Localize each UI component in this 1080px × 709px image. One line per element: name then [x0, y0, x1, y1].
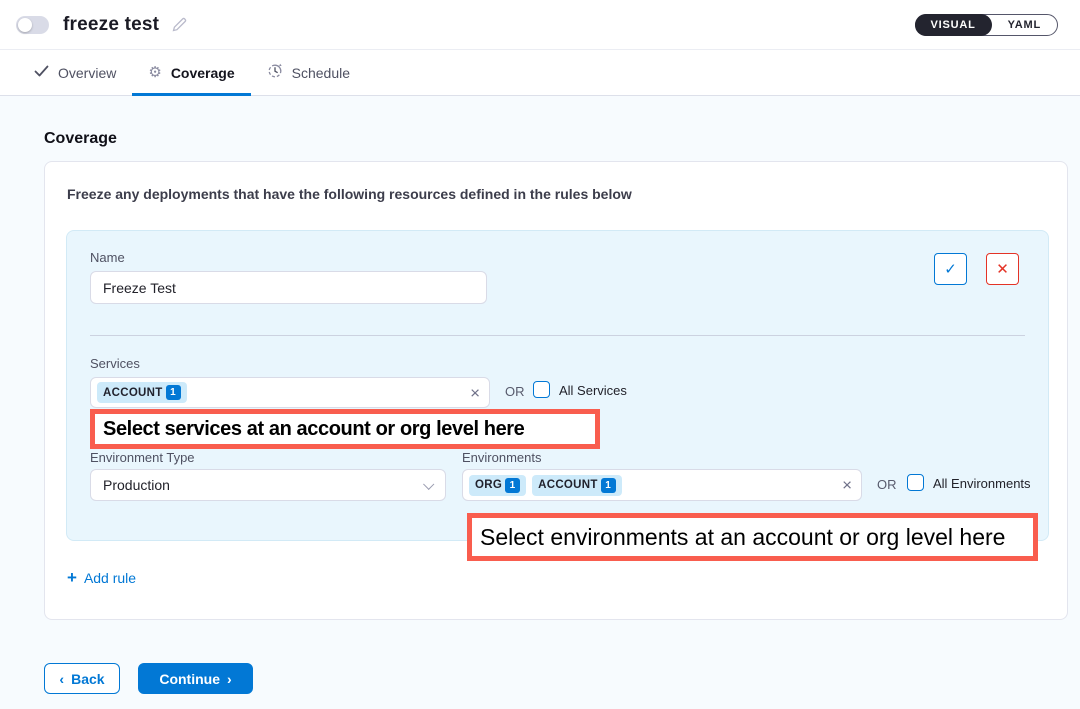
add-rule-button[interactable]: + Add rule: [67, 569, 136, 586]
or-label: OR: [877, 477, 897, 492]
or-label: OR: [505, 384, 525, 399]
environment-type-select[interactable]: Production: [90, 469, 446, 501]
back-button[interactable]: ‹ Back: [44, 663, 120, 694]
edit-pencil-icon[interactable]: [171, 16, 188, 33]
tab-label: Schedule: [292, 65, 350, 81]
all-environments-label: All Environments: [933, 476, 1031, 491]
service-scope-chip[interactable]: ACCOUNT 1: [97, 382, 187, 403]
close-icon: ✕: [996, 260, 1009, 278]
chevron-right-icon: ›: [227, 672, 232, 686]
clear-environments-icon[interactable]: ×: [842, 477, 852, 494]
freeze-enable-toggle[interactable]: [16, 16, 49, 34]
card-heading: Freeze any deployments that have the fol…: [67, 186, 632, 202]
tab-bar: Overview ⚙ Coverage Schedule: [0, 50, 1080, 96]
section-title: Coverage: [44, 130, 117, 148]
tab-coverage[interactable]: ⚙ Coverage: [132, 50, 250, 95]
name-label: Name: [90, 250, 125, 265]
cancel-rule-button[interactable]: ✕: [986, 253, 1019, 285]
check-icon: ✓: [944, 260, 957, 278]
environment-type-label: Environment Type: [90, 450, 195, 465]
gear-icon: ⚙: [148, 65, 161, 80]
yaml-view-button[interactable]: YAML: [992, 19, 1057, 31]
confirm-rule-button[interactable]: ✓: [934, 253, 967, 285]
all-services-label: All Services: [559, 383, 627, 398]
services-label: Services: [90, 356, 140, 371]
clock-history-icon: [267, 63, 283, 82]
check-icon: [34, 65, 49, 80]
divider: [90, 335, 1025, 336]
tab-overview[interactable]: Overview: [18, 50, 132, 95]
visual-view-button[interactable]: VISUAL: [915, 14, 992, 36]
back-label: Back: [71, 671, 104, 687]
environment-scope-chip[interactable]: ACCOUNT 1: [532, 475, 622, 496]
chip-scope: ACCOUNT: [538, 479, 598, 491]
environment-scope-chip[interactable]: ORG 1: [469, 475, 526, 496]
coverage-card: Freeze any deployments that have the fol…: [44, 161, 1068, 620]
tab-label: Overview: [58, 65, 116, 81]
annotation-environments-note: Select environments at an account or org…: [467, 513, 1038, 561]
top-bar: freeze test VISUAL YAML: [0, 0, 1080, 50]
chip-scope: ORG: [475, 479, 502, 491]
environment-type-value: Production: [103, 477, 170, 493]
page-title: freeze test: [63, 14, 159, 36]
clear-services-icon[interactable]: ×: [470, 384, 480, 401]
rule-panel: Name ✓ ✕ Services ACCOUNT 1 × OR All Ser…: [66, 230, 1049, 541]
toggle-knob: [18, 18, 32, 32]
continue-button[interactable]: Continue ›: [138, 663, 253, 694]
chip-scope: ACCOUNT: [103, 387, 163, 399]
all-environments-checkbox[interactable]: [907, 474, 924, 491]
chip-count-badge: 1: [601, 478, 616, 493]
chevron-down-icon: [423, 479, 434, 490]
all-services-checkbox[interactable]: [533, 381, 550, 398]
tab-schedule[interactable]: Schedule: [251, 50, 366, 95]
tab-label: Coverage: [171, 65, 235, 81]
environments-multiselect[interactable]: ORG 1 ACCOUNT 1 ×: [462, 469, 862, 501]
add-rule-label: Add rule: [84, 570, 136, 586]
services-multiselect[interactable]: ACCOUNT 1 ×: [90, 377, 490, 408]
chip-count-badge: 1: [505, 478, 520, 493]
annotation-services-note: Select services at an account or org lev…: [90, 409, 600, 449]
name-input[interactable]: [90, 271, 487, 304]
chevron-left-icon: ‹: [59, 672, 64, 686]
environments-label: Environments: [462, 450, 541, 465]
plus-icon: +: [67, 569, 77, 586]
continue-label: Continue: [159, 671, 220, 687]
chip-count-badge: 1: [166, 385, 181, 400]
view-switch: VISUAL YAML: [915, 14, 1059, 36]
